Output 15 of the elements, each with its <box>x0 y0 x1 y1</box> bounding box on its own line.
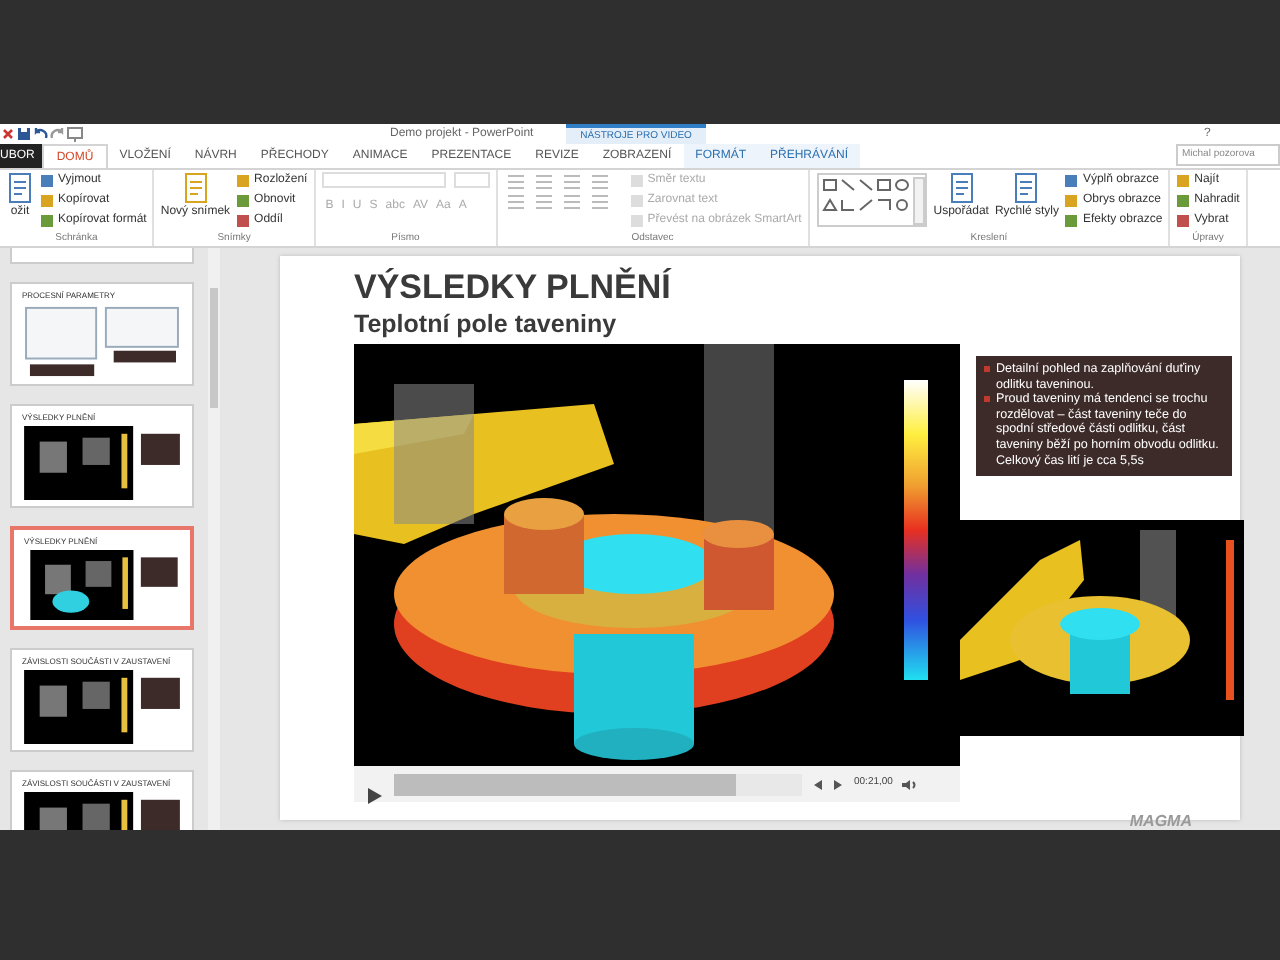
play-icon <box>362 783 386 808</box>
volume-icon[interactable] <box>900 777 919 791</box>
step-forward-icon[interactable] <box>832 777 846 791</box>
slideshow-icon[interactable] <box>66 126 84 142</box>
logo-text: MAGMA <box>1129 810 1192 834</box>
close-icon[interactable] <box>0 126 16 142</box>
undo-icon[interactable] <box>32 126 50 142</box>
bullet-icon <box>984 396 990 403</box>
step-back-icon[interactable] <box>810 777 824 791</box>
save-icon[interactable] <box>16 126 32 142</box>
seek-track[interactable] <box>394 773 802 795</box>
slide-subtitle: Teplotní pole taveniny <box>354 308 617 340</box>
slide-thumbnail[interactable] <box>10 248 194 264</box>
bullet-icon <box>984 366 990 372</box>
slide-title: VÝSLEDKY PLNĚNÍ <box>354 268 674 308</box>
